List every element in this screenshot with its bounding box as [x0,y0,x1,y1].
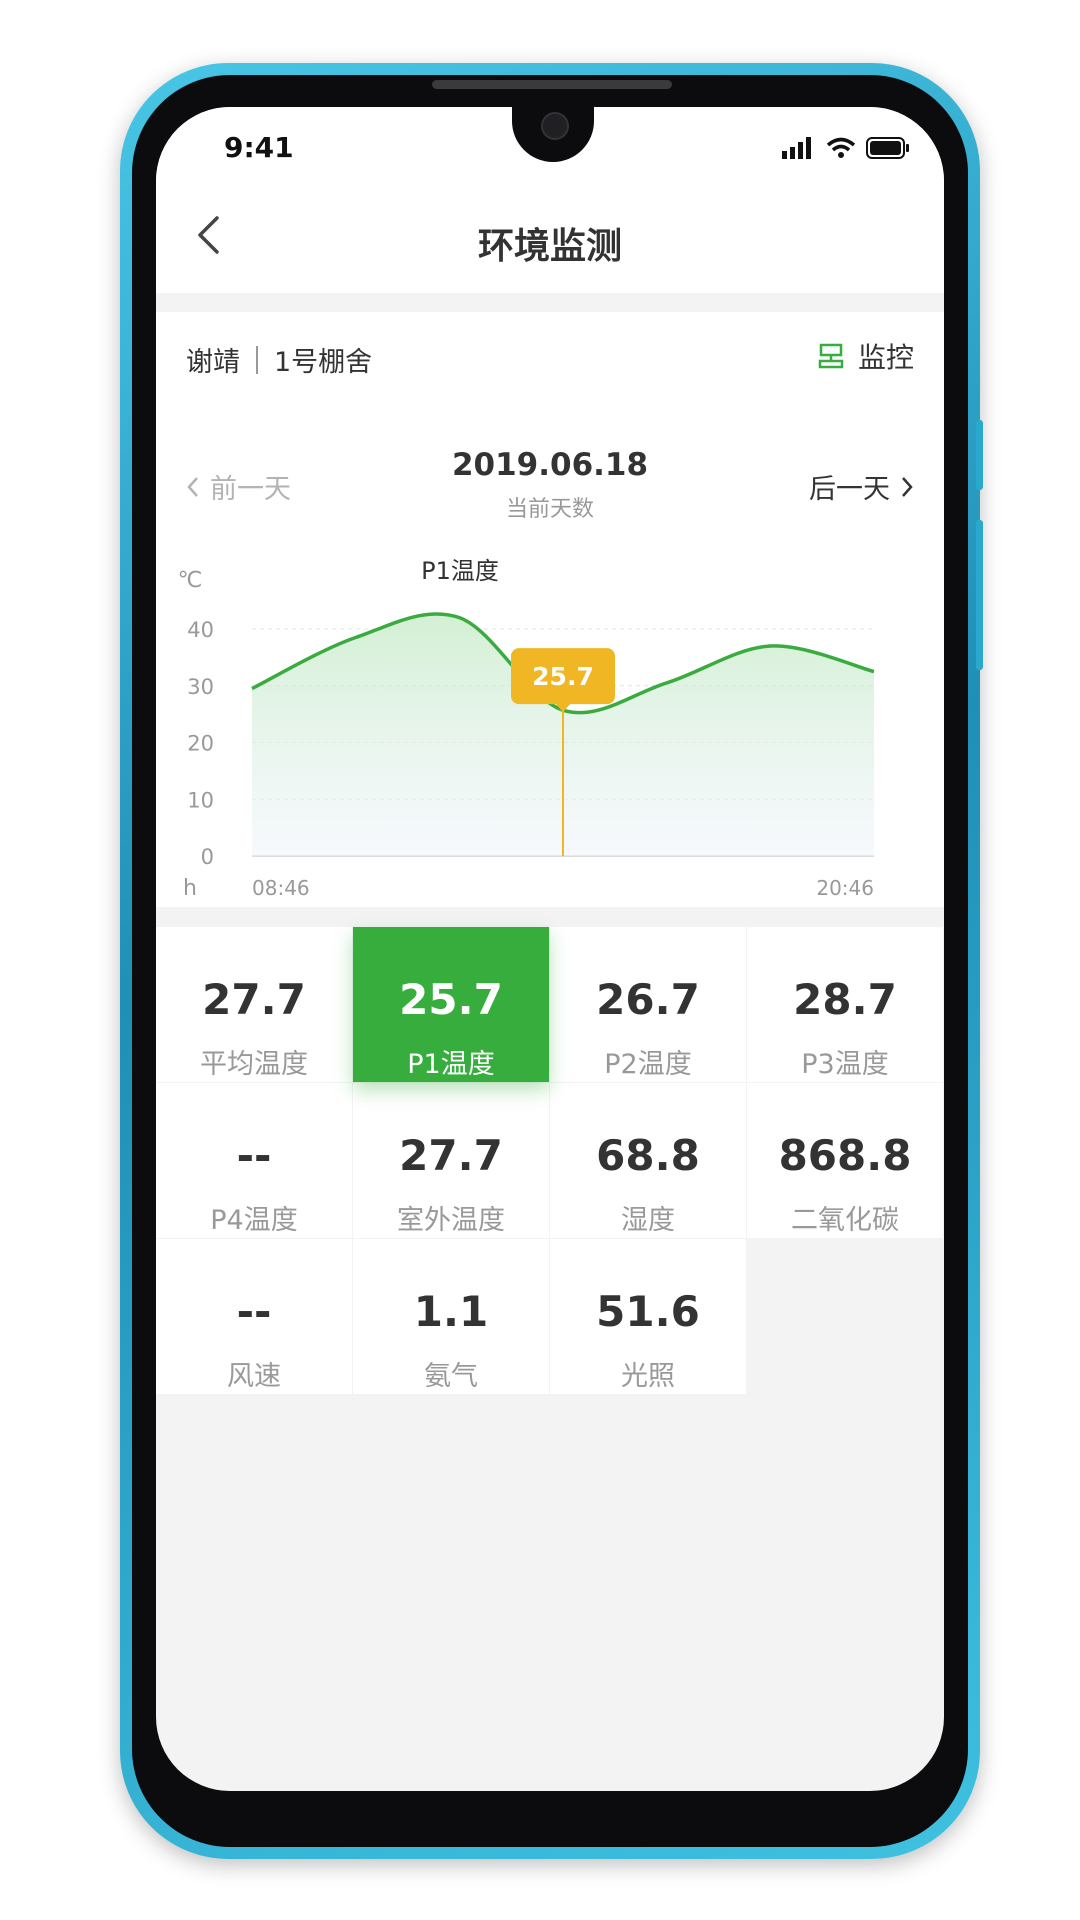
metric-value: 51.6 [596,1287,700,1336]
x-tick-label: 20:46 [816,876,874,900]
metric-value: -- [236,1131,272,1180]
metric-label: 湿度 [621,1205,675,1236]
monitor-label: 监控 [857,341,914,374]
battery-icon [866,137,909,159]
monitor-button[interactable]: 监控 [818,336,914,376]
signal-icon [782,137,811,159]
y-tick-label: 0 [201,845,214,869]
side-button [976,520,983,670]
tooltip-value: 25.7 [532,662,594,691]
chart-title: P1温度 [421,557,499,585]
metric-label: 风速 [227,1361,281,1392]
y-tick-label: 10 [187,788,214,812]
metric-label: 二氧化碳 [791,1205,899,1236]
metric-value: 68.8 [596,1131,700,1180]
user-name: 谢靖 [186,347,240,378]
camera [541,112,569,140]
status-time: 9:41 [224,131,294,164]
metric-value: 27.7 [399,1131,503,1180]
chart-card: 前一天 2019.06.18 当前天数 后一天 P1温度 ℃ h 0 10 20 30 40 0… [156,407,944,907]
screen: 9:41 环境监测 谢靖 1号棚舍 监控 前一天 2019.06.18 当前天数… [156,107,944,1791]
wifi-icon [826,137,856,158]
metric-cell[interactable]: 27.7 平均温度 [156,927,352,1082]
metric-value: 28.7 [793,975,897,1024]
metric-cell[interactable]: 25.7 P1温度 [353,927,549,1082]
metric-label: P4温度 [210,1205,298,1236]
metric-cell[interactable]: -- P4温度 [156,1083,352,1238]
metric-cell[interactable]: 1.1 氨气 [353,1239,549,1394]
metric-label: 室外温度 [397,1205,505,1236]
metric-value: 1.1 [413,1287,489,1336]
metric-label: 光照 [621,1361,675,1392]
metric-cell[interactable]: 68.8 湿度 [550,1083,746,1238]
status-icons [782,137,910,159]
metric-cell[interactable]: -- 风速 [156,1239,352,1394]
y-axis-unit: ℃ [178,568,203,593]
temperature-chart[interactable]: P1温度 ℃ h0 10 20 30 40 08:46 20:46 25.7 [156,407,944,907]
location-row: 谢靖 1号棚舍 监控 [156,312,944,408]
metric-value: -- [236,1287,272,1336]
x-tick-label: 08:46 [252,876,310,900]
shed-name: 1号棚舍 [274,347,373,378]
metric-value: 25.7 [399,975,503,1024]
metric-value: 26.7 [596,975,700,1024]
metric-label: P1温度 [407,1049,495,1080]
metric-cell[interactable]: 26.7 P2温度 [550,927,746,1082]
metric-cell[interactable]: 51.6 光照 [550,1239,746,1394]
metric-cell[interactable]: 868.8 二氧化碳 [747,1083,943,1238]
y-tick-label: 30 [187,675,214,699]
metric-label: P2温度 [604,1049,692,1080]
metric-cell[interactable]: 28.7 P3温度 [747,927,943,1082]
location-info[interactable]: 谢靖 1号棚舍 [186,340,372,379]
side-button [976,420,983,490]
metric-value: 27.7 [202,975,306,1024]
divider [256,345,258,374]
monitor-icon [818,343,844,369]
metric-cell[interactable]: 27.7 室外温度 [353,1083,549,1238]
metric-label: 氨气 [424,1361,478,1392]
nav-bar: 环境监测 [156,187,944,293]
page-title: 环境监测 [477,226,622,267]
metric-label: 平均温度 [200,1049,308,1080]
y-tick-label: 40 [187,618,214,642]
metric-value: 868.8 [778,1131,912,1180]
x-axis-unit: h [183,876,197,901]
earpiece [432,80,672,89]
metric-label: P3温度 [801,1049,889,1080]
y-tick-label: 20 [187,732,214,756]
